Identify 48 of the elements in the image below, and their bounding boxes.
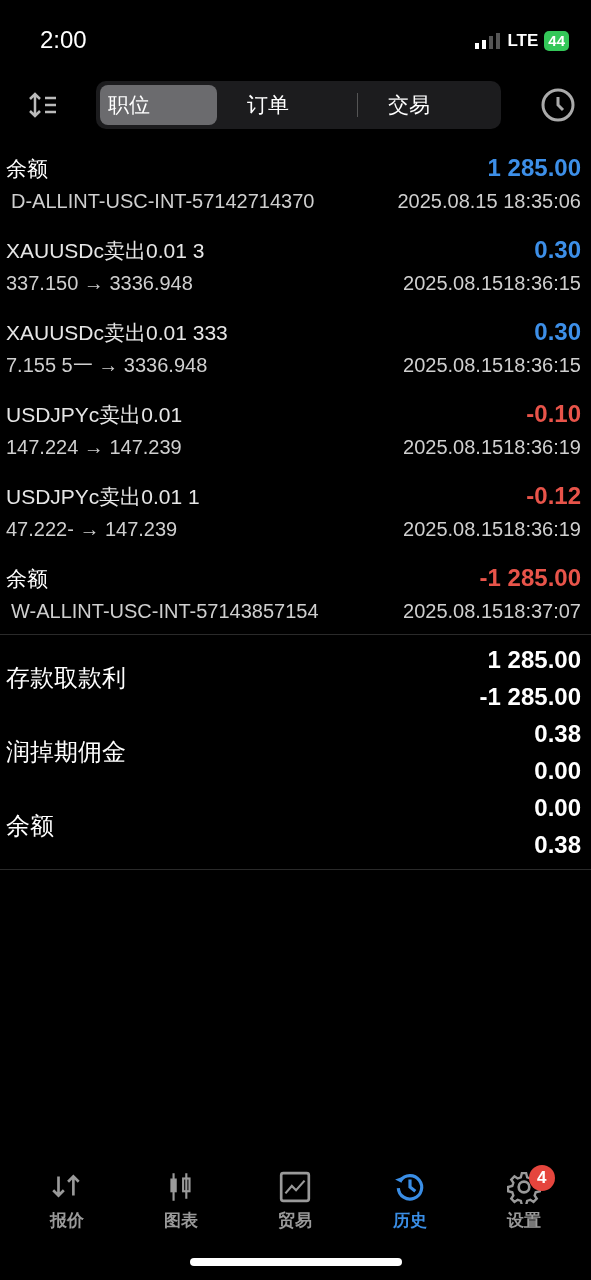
amount: -0.10 xyxy=(526,399,581,429)
account-id: D-ALLINT-USC-INT-57142714370 xyxy=(10,189,315,214)
nav-tab[interactable]: 贸易 xyxy=(250,1168,341,1234)
segment-tab[interactable]: 交易 xyxy=(357,85,497,125)
amount: 0.30 xyxy=(534,317,581,347)
timestamp: 2025.08.1518:36:19 xyxy=(403,517,581,542)
summary-value: 1 285.00 xyxy=(487,645,581,675)
segment-tab[interactable]: 订单 xyxy=(217,85,357,125)
nav-tab[interactable]: 报价 xyxy=(22,1168,113,1234)
summary-value: 0.38 xyxy=(534,719,581,749)
network-label: LTE xyxy=(507,30,539,52)
summary-value: -1 285.00 xyxy=(479,682,581,712)
summary-label: 润掉期佣金 xyxy=(6,737,126,767)
timestamp: 2025.08.1518:36:15 xyxy=(403,271,581,296)
amount: -0.12 xyxy=(526,481,581,511)
amount: 1 285.00 xyxy=(487,153,581,183)
timestamp: 2025.08.1518:37:07 xyxy=(403,599,581,624)
segment-tab[interactable]: 职位 xyxy=(100,85,218,125)
nav-tab[interactable]: 历史 xyxy=(364,1168,455,1234)
clock-icon[interactable] xyxy=(541,88,575,122)
amount: 0.30 xyxy=(534,235,581,265)
price-range: 147.224 → 147.239 xyxy=(6,435,182,460)
line-chart-icon xyxy=(278,1169,313,1204)
summary-value: 0.00 xyxy=(534,756,581,786)
price-range: 337.150 → 3336.948 xyxy=(6,271,193,296)
price-range: 47.222- → 147.239 xyxy=(6,517,178,542)
summary-value: 0.00 xyxy=(534,793,581,823)
trade-title: USDJPYc卖出0.01 1 xyxy=(6,484,200,510)
summary-value: 0.38 xyxy=(534,830,581,860)
sort-icon[interactable] xyxy=(28,92,58,118)
timestamp: 2025.08.1518:36:19 xyxy=(403,435,581,460)
trade-title: XAUUSDc卖出0.01 3 xyxy=(6,238,205,264)
battery-level: 44 xyxy=(544,30,569,51)
amount: -1 285.00 xyxy=(479,563,581,593)
entry-title: 余额 xyxy=(6,566,48,592)
entry-title: 余额 xyxy=(6,156,48,182)
trade-title: XAUUSDc卖出0.01 333 xyxy=(6,320,228,346)
timestamp: 2025.08.15 18:35:06 xyxy=(397,189,581,214)
status-time: 2:00 xyxy=(40,25,87,55)
summary-label: 余额 xyxy=(6,811,54,841)
nav-tab[interactable]: 图表 xyxy=(136,1168,227,1234)
signal-icon xyxy=(475,32,502,49)
summary-label: 存款取款利 xyxy=(6,663,126,693)
trade-title: USDJPYc卖出0.01 xyxy=(6,402,183,428)
timestamp: 2025.08.1518:36:15 xyxy=(403,353,581,378)
account-id: W-ALLINT-USC-INT-57143857154 xyxy=(10,599,319,624)
notification-badge: 4 xyxy=(528,1164,555,1191)
price-range: 7.155 5一 → 3336.948 xyxy=(6,353,208,378)
